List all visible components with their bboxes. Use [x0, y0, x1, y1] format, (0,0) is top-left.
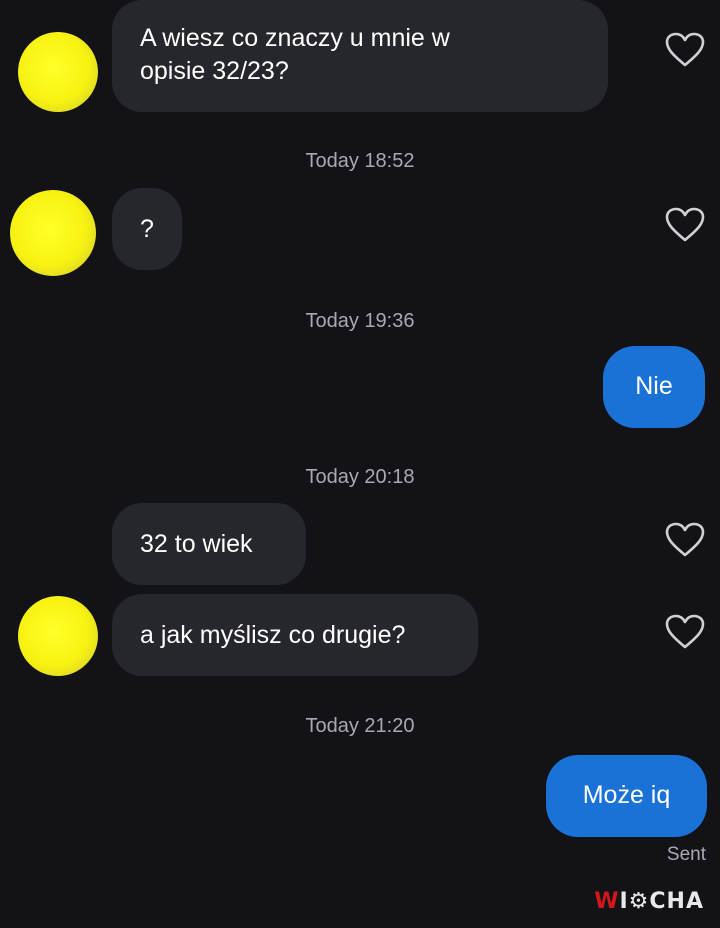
like-heart-icon[interactable]	[665, 207, 705, 243]
timestamp: Today 21:20	[305, 715, 415, 737]
avatar[interactable]	[10, 190, 96, 276]
avatar[interactable]	[18, 596, 98, 676]
outgoing-message-bubble[interactable]: Może iq	[546, 755, 707, 837]
delivery-status: Sent	[666, 844, 706, 865]
timestamp: Today 20:18	[305, 466, 415, 488]
incoming-message-bubble[interactable]: ?	[112, 188, 182, 270]
avatar[interactable]	[18, 32, 98, 112]
like-heart-icon[interactable]	[665, 522, 705, 558]
timestamp: Today 19:36	[305, 310, 415, 332]
incoming-message-bubble[interactable]: 32 to wiek	[112, 503, 306, 585]
like-heart-icon[interactable]	[665, 614, 705, 650]
incoming-message-bubble[interactable]: a jak myślisz co drugie?	[112, 594, 478, 676]
incoming-message-bubble[interactable]: A wiesz co znaczy u mnie w opisie 32/23?	[112, 0, 608, 112]
chat-thread: A wiesz co znaczy u mnie w opisie 32/23?…	[0, 0, 720, 928]
timestamp: Today 18:52	[305, 150, 415, 172]
like-heart-icon[interactable]	[665, 32, 705, 68]
watermark-logo: WI⚙CHA	[594, 889, 704, 914]
outgoing-message-bubble[interactable]: Nie	[603, 346, 705, 428]
